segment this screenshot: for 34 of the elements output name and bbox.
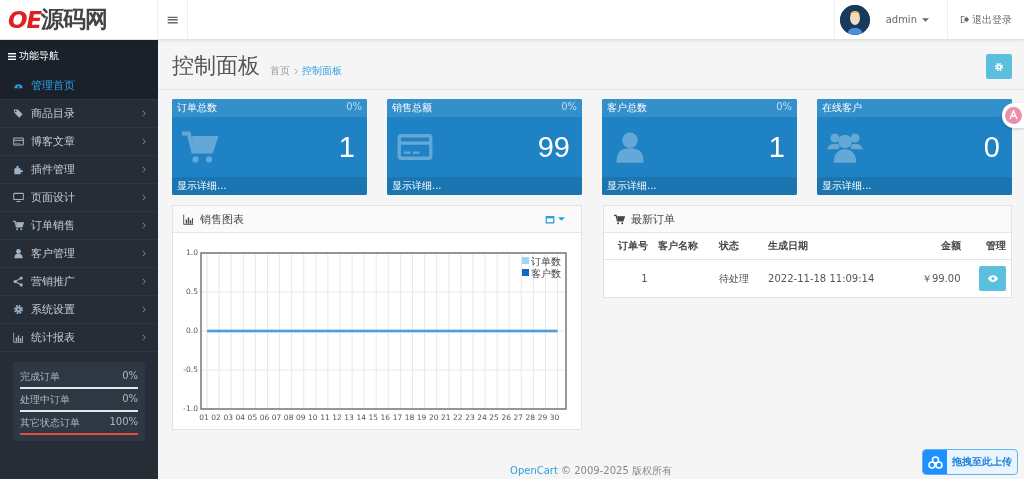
stat-value: 1 (338, 130, 355, 164)
panel-title: 最新订单 (630, 211, 675, 227)
progress-reading: 0% (122, 370, 138, 383)
footer-text: OpenCart © 2009-2025 版权所有 (509, 464, 673, 478)
progress-reading: 0% (122, 393, 138, 406)
stat-percent: 0% (776, 101, 792, 114)
legend-label: 订单数 (531, 256, 561, 267)
panel-title: 销售图表 (200, 211, 244, 227)
stat-title: 销售总额 (392, 101, 432, 115)
column-header: 状态 (714, 233, 764, 260)
column-header: 客户名称 (652, 233, 714, 260)
progress-label: 处理中订单 (20, 393, 70, 407)
page-title: 控制面板 (172, 52, 260, 80)
legend-label: 客户数 (531, 268, 561, 279)
stat-title: 订单总数 (177, 101, 217, 115)
column-header: 生成日期 (763, 233, 906, 260)
stat-value: 0 (983, 130, 1000, 164)
table-cell: 待处理 (714, 259, 764, 297)
stat-value: 99 (537, 130, 570, 164)
table-cell: 1 (603, 259, 653, 297)
table-cell: ￥99.00 (905, 259, 966, 297)
stat-title: 在线客户 (822, 101, 862, 115)
table-cell: 2022-11-18 11:09:14 (763, 259, 906, 297)
column-header: 金额 (905, 233, 966, 260)
sidebar-title: 功能导航 (19, 49, 59, 63)
progress-label: 其它状态订单 (20, 416, 80, 430)
stat-percent: 0% (346, 101, 362, 114)
progress-label: 完成订单 (20, 370, 60, 384)
stat-percent: 0% (561, 101, 577, 114)
progress-reading: 100% (109, 416, 138, 429)
stat-value: 1 (768, 130, 785, 164)
stat-title: 客户总数 (607, 101, 647, 115)
column-header: 管理 (965, 233, 1011, 260)
column-header: 订单号 (603, 233, 653, 260)
